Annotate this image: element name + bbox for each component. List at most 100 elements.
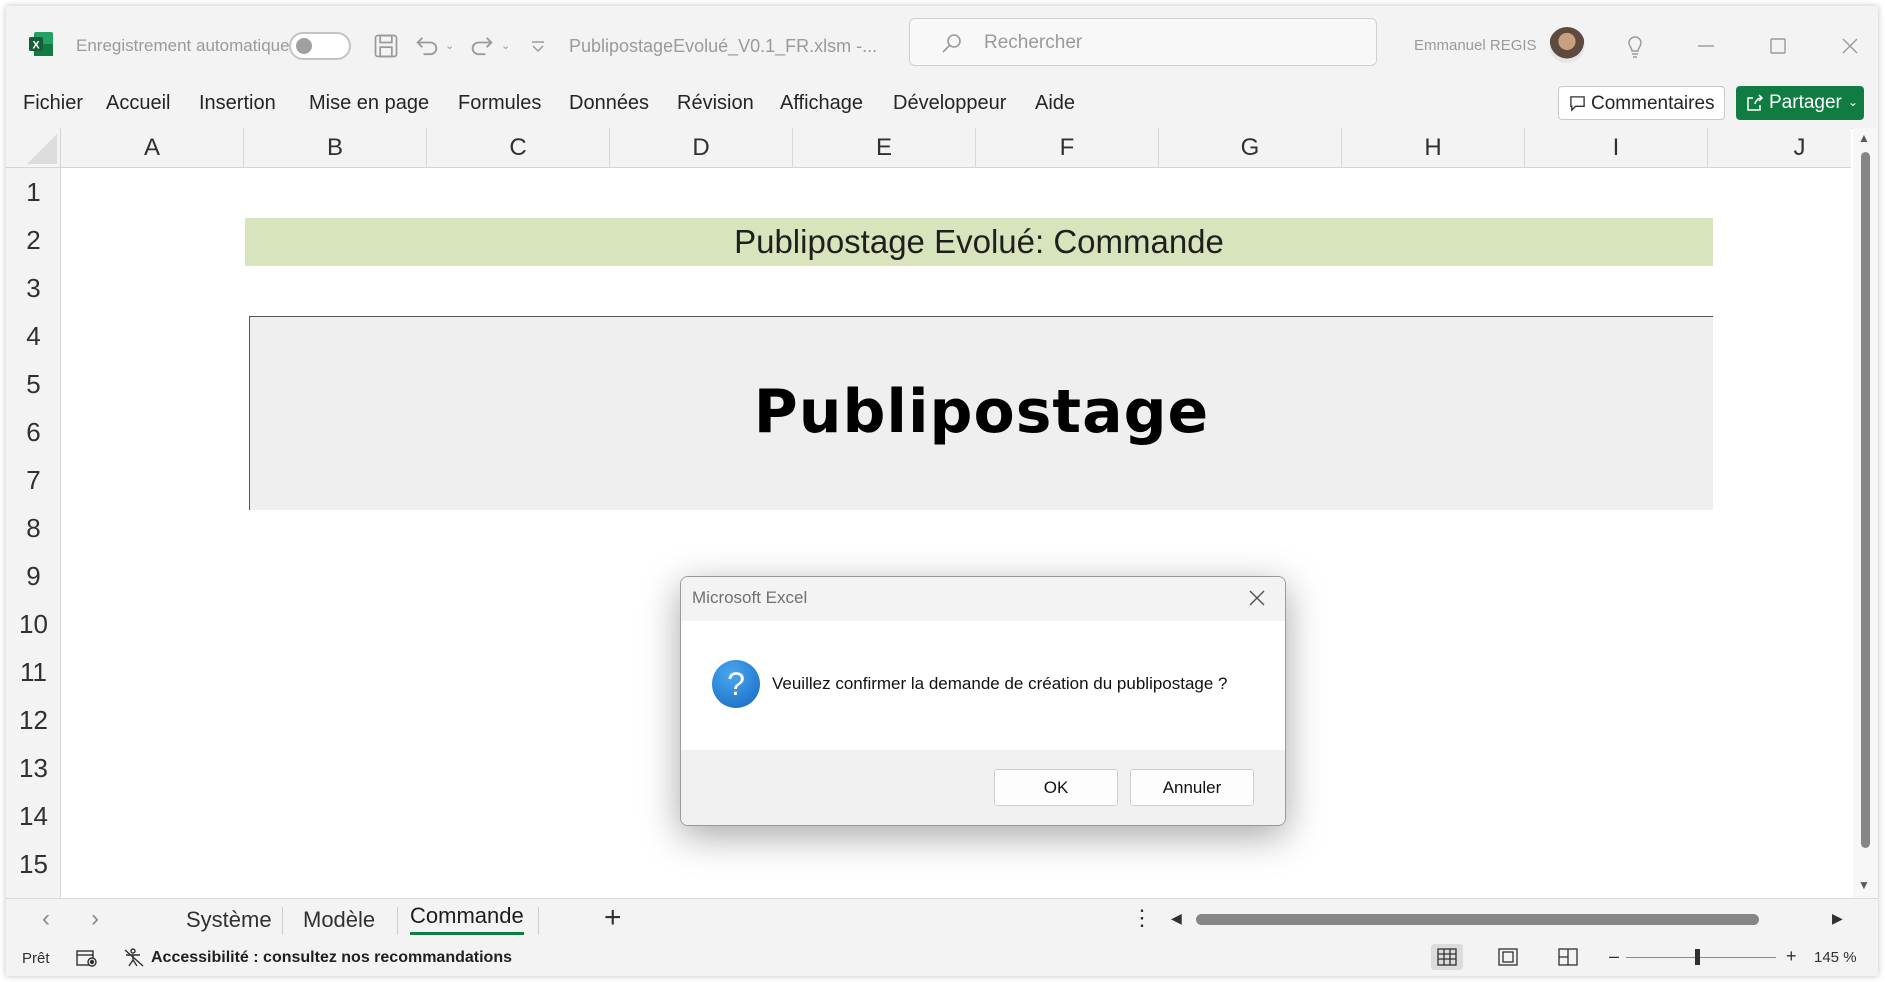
row-header-2[interactable]: 2 [6,216,61,264]
avatar[interactable] [1549,27,1585,63]
publipostage-label: Publipostage [753,377,1210,447]
column-header-f[interactable]: F [976,128,1159,168]
accessibility-status[interactable]: Accessibilité : consultez nos recommanda… [151,949,512,967]
tab-affichage[interactable]: Affichage [780,92,863,115]
vertical-scroll-thumb[interactable] [1861,152,1870,848]
tab-formules[interactable]: Formules [458,92,541,115]
row-header-7[interactable]: 7 [6,456,61,504]
ribbon-tabs: Fichier Accueil Insertion Mise en page F… [6,78,1878,129]
sheet-tab-bar: ‹ › Système Modèle Commande + ⋮ ◀ ▶ [6,898,1878,938]
row-header-4[interactable]: 4 [6,312,61,360]
more-options-icon[interactable]: ⋮ [1131,905,1153,931]
question-icon: ? [712,660,760,708]
column-header-e[interactable]: E [793,128,976,168]
tab-aide[interactable]: Aide [1035,92,1075,115]
redo-icon[interactable] [468,32,496,60]
share-label: Partager [1769,92,1842,113]
scroll-left-icon[interactable]: ◀ [1171,910,1182,927]
page-break-view-button[interactable] [1552,944,1584,970]
page-layout-view-button[interactable] [1492,944,1524,970]
search-icon [940,31,964,55]
row-header-13[interactable]: 13 [6,744,61,792]
horizontal-scroll-thumb[interactable] [1196,914,1759,925]
zoom-level[interactable]: 145 % [1814,949,1857,966]
scroll-up-icon[interactable]: ▲ [1858,131,1870,145]
undo-dropdown-icon[interactable]: ⌄ [445,39,454,52]
row-header-3[interactable]: 3 [6,264,61,312]
cancel-button[interactable]: Annuler [1130,769,1254,806]
close-window-icon[interactable] [1830,26,1870,66]
share-button[interactable]: Partager ⌄ [1736,86,1864,120]
tab-divider [282,907,283,935]
row-header-15[interactable]: 15 [6,840,61,888]
row-headers: 1 2 3 4 5 6 7 8 9 10 11 12 13 14 15 [6,168,61,898]
chevron-down-icon[interactable]: ⌄ [1848,95,1858,109]
tab-revision[interactable]: Révision [677,92,754,115]
column-header-h[interactable]: H [1342,128,1525,168]
column-header-i[interactable]: I [1525,128,1708,168]
scroll-right-icon[interactable]: ▶ [1832,910,1843,927]
column-header-a[interactable]: A [61,128,244,168]
dialog-close-icon[interactable] [1246,587,1268,609]
tab-divider [538,907,539,935]
customize-toolbar-icon[interactable] [528,32,548,60]
active-tab-underline [410,932,524,935]
row-header-14[interactable]: 14 [6,792,61,840]
tab-developpeur[interactable]: Développeur [893,92,1006,115]
row-header-1[interactable]: 1 [6,168,61,216]
add-sheet-icon[interactable]: + [604,901,622,935]
row-header-9[interactable]: 9 [6,552,61,600]
redo-dropdown-icon[interactable]: ⌄ [501,39,510,52]
macro-recording-icon[interactable] [76,948,98,968]
sheet-tab-commande-label: Commande [410,903,524,928]
comments-button[interactable]: Commentaires [1558,86,1725,120]
row-header-8[interactable]: 8 [6,504,61,552]
sheet-prev-icon[interactable]: ‹ [42,905,50,933]
excel-logo-icon: X [29,32,53,56]
column-header-c[interactable]: C [427,128,610,168]
row-header-11[interactable]: 11 [6,648,61,696]
zoom-in-button[interactable]: + [1786,946,1797,967]
horizontal-scrollbar[interactable]: ◀ ▶ [1166,905,1851,933]
search-box[interactable]: Rechercher [909,18,1377,66]
minimize-icon[interactable] [1686,26,1726,66]
ok-button[interactable]: OK [994,769,1118,806]
status-ready: Prêt [22,950,50,967]
sheet-next-icon[interactable]: › [91,905,99,933]
tab-insertion[interactable]: Insertion [199,92,276,115]
scroll-down-icon[interactable]: ▼ [1858,878,1870,892]
column-header-g[interactable]: G [1159,128,1342,168]
column-header-b[interactable]: B [244,128,427,168]
tab-mise-en-page[interactable]: Mise en page [309,92,429,115]
sheet-tab-systeme[interactable]: Système [186,907,272,933]
maximize-icon[interactable] [1758,26,1798,66]
undo-icon[interactable] [413,32,441,60]
column-header-d[interactable]: D [610,128,793,168]
search-placeholder: Rechercher [984,32,1083,53]
zoom-slider-thumb[interactable] [1694,949,1700,965]
row-header-6[interactable]: 6 [6,408,61,456]
zoom-slider[interactable] [1626,957,1776,958]
autosave-toggle[interactable] [289,32,351,60]
user-name[interactable]: Emmanuel REGIS [1414,37,1537,54]
sheet-tab-commande[interactable]: Commande [410,903,524,935]
dialog-message: Veuillez confirmer la demande de créatio… [772,674,1228,693]
lightbulb-icon[interactable] [1615,26,1655,66]
row-header-10[interactable]: 10 [6,600,61,648]
sheet-tab-modele[interactable]: Modèle [303,907,375,933]
vertical-scrollbar[interactable]: ▲ ▼ [1853,128,1878,898]
row-header-12[interactable]: 12 [6,696,61,744]
accessibility-icon[interactable] [123,948,145,968]
tab-donnees[interactable]: Données [569,92,649,115]
row-header-5[interactable]: 5 [6,360,61,408]
title-banner-cell[interactable]: Publipostage Evolué: Commande [245,218,1713,266]
tab-accueil[interactable]: Accueil [106,92,170,115]
select-all-corner[interactable] [6,128,61,168]
save-icon[interactable] [372,32,400,60]
zoom-out-button[interactable]: – [1609,946,1619,967]
normal-view-button[interactable] [1431,944,1463,970]
tab-fichier[interactable]: Fichier [23,92,83,115]
share-icon [1747,94,1764,111]
confirm-dialog: Microsoft Excel ? Veuillez confirmer la … [680,576,1286,826]
publipostage-shape[interactable]: Publipostage [249,316,1713,510]
